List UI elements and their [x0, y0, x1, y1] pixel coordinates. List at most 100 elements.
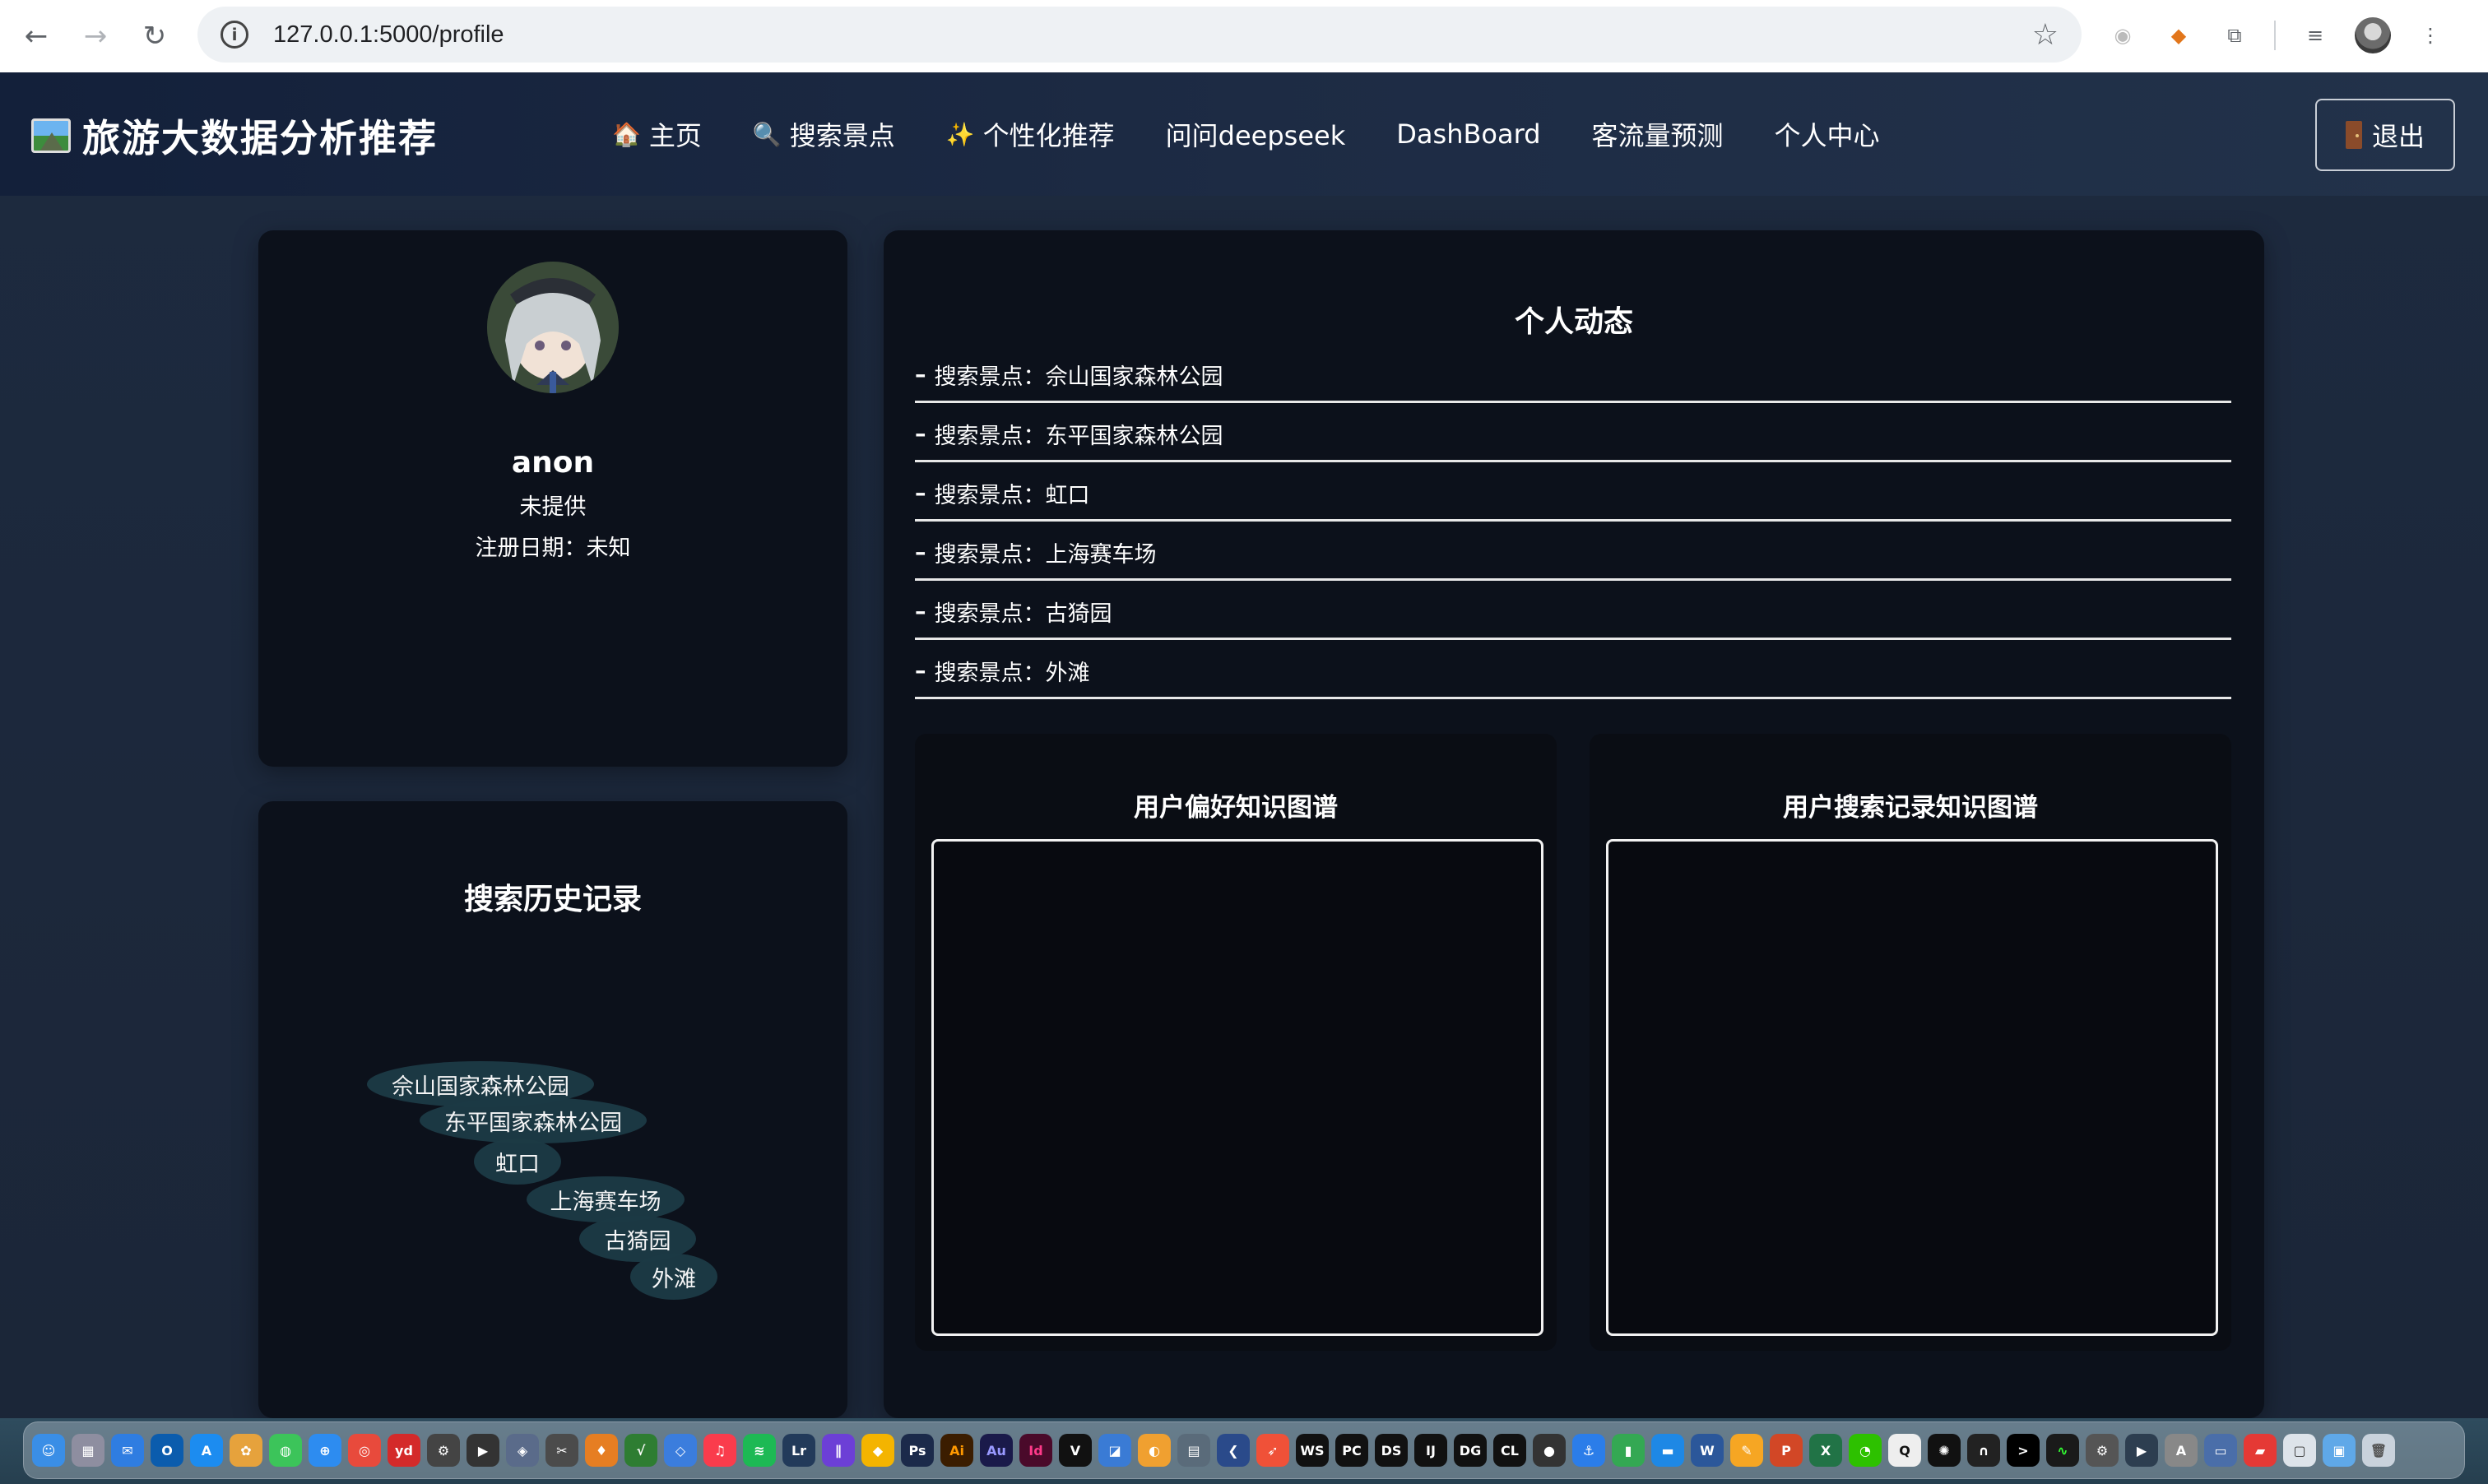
editor-icon[interactable]: ▤ [1177, 1434, 1210, 1467]
messages-icon[interactable]: ◍ [269, 1434, 302, 1467]
nav-profile-label: 个人中心 [1774, 120, 1880, 151]
nav-traffic-forecast[interactable]: 客流量预测 [1592, 72, 1724, 196]
terminal-icon[interactable]: > [2007, 1434, 2040, 1467]
activity-item: – 搜索景点：虹口 [915, 462, 2231, 522]
shield-icon[interactable]: ◇ [664, 1434, 697, 1467]
audition-icon[interactable]: Au [980, 1434, 1013, 1467]
activity-text: 搜索景点：古猗园 [934, 601, 1112, 627]
extensions-puzzle-icon[interactable]: ⧉ [2218, 19, 2251, 52]
app-store-icon[interactable]: A [190, 1434, 223, 1467]
illustrator-icon[interactable]: Ai [940, 1434, 973, 1467]
browser-toolbar: ← → ↻ i 127.0.0.1:5000/profile ☆ ◉ ◆ ⧉ ≡… [0, 0, 2488, 72]
logout-button[interactable]: 退出 [2315, 99, 2455, 171]
history-bubble[interactable]: 东平国家森林公园 [420, 1097, 647, 1143]
powerpoint-icon[interactable]: P [1770, 1434, 1803, 1467]
screen-icon[interactable]: ▭ [2204, 1434, 2237, 1467]
dataspell-icon[interactable]: DS [1375, 1434, 1408, 1467]
ai-tool-icon[interactable]: A [2165, 1434, 2198, 1467]
mail-icon[interactable]: ✉ [111, 1434, 144, 1467]
activity-text: 搜索景点：东平国家森林公园 [934, 424, 1223, 449]
site-info-icon[interactable]: i [220, 21, 248, 49]
preference-graph-title: 用户偏好知识图谱 [1134, 793, 1338, 823]
linear-icon[interactable]: ∥ [822, 1434, 855, 1467]
sketch-icon[interactable]: ◆ [861, 1434, 894, 1467]
vscode-icon[interactable]: ❮ [1217, 1434, 1250, 1467]
clion-icon[interactable]: CL [1493, 1434, 1526, 1467]
browser-profile-avatar[interactable] [2355, 17, 2391, 53]
iqiyi-icon[interactable]: ▰ [2244, 1434, 2277, 1467]
swift-icon[interactable]: ➶ [1256, 1434, 1289, 1467]
pages-icon[interactable]: ✎ [1730, 1434, 1763, 1467]
blender-icon[interactable]: ◐ [1138, 1434, 1171, 1467]
nav-dashboard-label: DashBoard [1396, 118, 1541, 150]
url-text[interactable]: 127.0.0.1:5000/profile [273, 21, 504, 49]
settings-icon[interactable]: ⚙ [2086, 1434, 2119, 1467]
brand[interactable]: 旅游大数据分析推荐 [31, 109, 438, 163]
safari-icon[interactable]: ⊕ [309, 1434, 341, 1467]
lightroom-icon[interactable]: Lr [782, 1434, 815, 1467]
carrot-icon[interactable]: ♦ [585, 1434, 618, 1467]
extension-weibo-icon[interactable]: ◉ [2106, 19, 2139, 52]
bookmark-star-icon[interactable]: ☆ [2032, 18, 2059, 52]
github-icon[interactable]: ● [1533, 1434, 1566, 1467]
media-control-icon[interactable]: ≡ [2299, 19, 2332, 52]
qq-icon[interactable]: Q [1888, 1434, 1921, 1467]
davinci-icon[interactable]: ◈ [506, 1434, 539, 1467]
intellij-icon[interactable]: IJ [1414, 1434, 1447, 1467]
forward-arrow-icon: → [83, 20, 108, 53]
youdao-icon[interactable]: yd [388, 1434, 420, 1467]
numbers-icon[interactable]: √ [624, 1434, 657, 1467]
window-icon[interactable]: ▢ [2283, 1434, 2316, 1467]
activity-text: 搜索景点：上海赛车场 [934, 542, 1157, 568]
preference-graph-canvas[interactable] [931, 839, 1543, 1336]
history-bubble[interactable]: 上海赛车场 [527, 1176, 685, 1222]
outlook-icon[interactable]: O [151, 1434, 183, 1467]
downloads-folder-icon[interactable]: ▣ [2323, 1434, 2356, 1467]
nav-home[interactable]: 🏠 主页 [612, 72, 702, 196]
utility-icon[interactable]: ⚙ [427, 1434, 460, 1467]
nav-recommend[interactable]: ✨ 个性化推荐 [946, 72, 1115, 196]
music-icon[interactable]: ♫ [703, 1434, 736, 1467]
indesign-icon[interactable]: Id [1019, 1434, 1052, 1467]
charts-icon[interactable]: ▮ [1612, 1434, 1645, 1467]
spotify-icon[interactable]: ≋ [743, 1434, 776, 1467]
activity-monitor-icon[interactable]: ∿ [2046, 1434, 2079, 1467]
webstorm-icon[interactable]: WS [1296, 1434, 1329, 1467]
quicktime-icon[interactable]: ▶ [2125, 1434, 2158, 1467]
photoshop-icon[interactable]: Ps [901, 1434, 934, 1467]
reload-button[interactable]: ↻ [130, 12, 179, 61]
activity-dash: – [915, 658, 926, 684]
docker-icon[interactable]: ⚓ [1572, 1434, 1605, 1467]
trash-icon[interactable]: 🗑 [2362, 1434, 2395, 1467]
history-bubble[interactable]: 外滩 [630, 1254, 717, 1300]
activity-text: 搜索景点：佘山国家森林公园 [934, 364, 1223, 390]
vim-icon[interactable]: V [1059, 1434, 1092, 1467]
back-button[interactable]: ← [12, 12, 61, 61]
tool-icon[interactable]: ✂ [545, 1434, 578, 1467]
nav-profile[interactable]: 个人中心 [1775, 72, 1880, 196]
address-bar[interactable]: i 127.0.0.1:5000/profile ☆ [197, 7, 2082, 63]
word-icon[interactable]: W [1691, 1434, 1724, 1467]
keynote-icon[interactable]: ▬ [1651, 1434, 1684, 1467]
launchpad-icon[interactable]: ▦ [72, 1434, 104, 1467]
history-bubble[interactable]: 虹口 [474, 1139, 561, 1185]
nav-search-spots[interactable]: 🔍 搜索景点 [753, 72, 895, 196]
preview-icon[interactable]: ◪ [1098, 1434, 1131, 1467]
nav-deepseek[interactable]: 问问deepseek [1166, 72, 1346, 196]
excel-icon[interactable]: X [1809, 1434, 1842, 1467]
system-icon[interactable]: ∩ [1967, 1434, 2000, 1467]
chrome-icon[interactable]: ◎ [348, 1434, 381, 1467]
datagrip-icon[interactable]: DG [1454, 1434, 1487, 1467]
finder-icon[interactable]: ☺ [32, 1434, 65, 1467]
nav-dashboard[interactable]: DashBoard [1396, 72, 1540, 196]
search-graph-canvas[interactable] [1606, 839, 2218, 1336]
photos-icon[interactable]: ✿ [230, 1434, 262, 1467]
extension-metamask-icon[interactable]: ◆ [2162, 19, 2195, 52]
browser-menu-icon[interactable]: ⋮ [2414, 19, 2447, 52]
pycharm-icon[interactable]: PC [1335, 1434, 1368, 1467]
final-cut-icon[interactable]: ▶ [466, 1434, 499, 1467]
forward-button[interactable]: → [71, 12, 120, 61]
profile-register-date: 注册日期：未知 [475, 536, 631, 561]
chatgpt-icon[interactable]: ✺ [1928, 1434, 1961, 1467]
wechat-icon[interactable]: ◔ [1849, 1434, 1882, 1467]
